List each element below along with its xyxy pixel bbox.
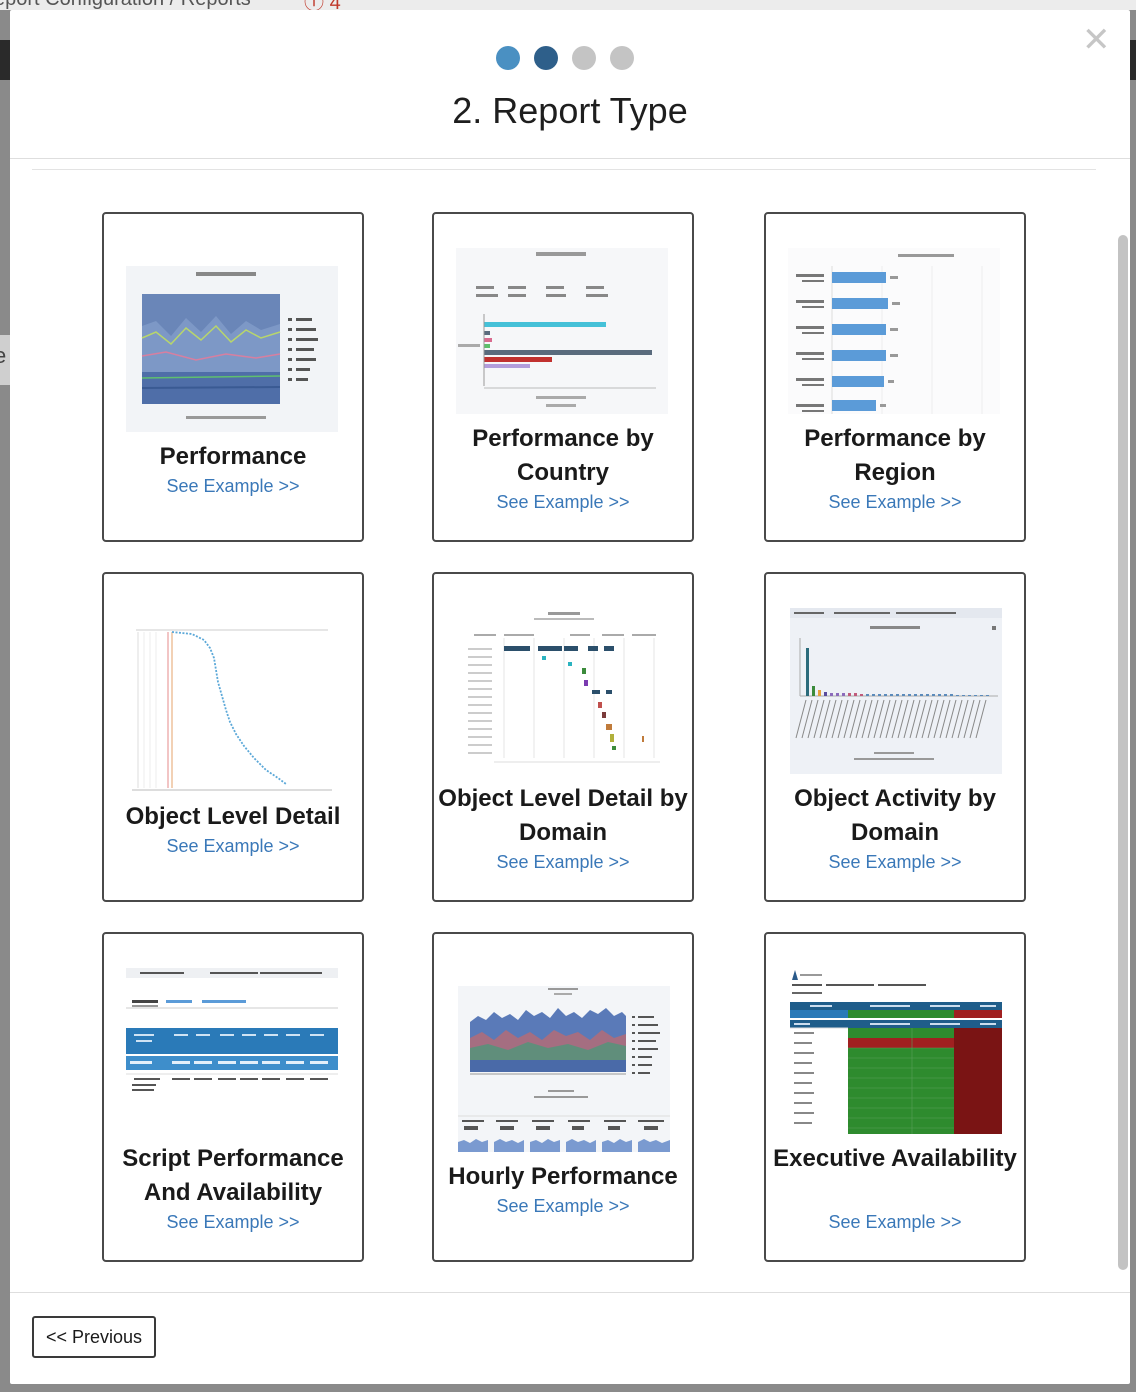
step-dot-3 — [572, 46, 596, 70]
step-dot-4 — [610, 46, 634, 70]
card-title: Executive Availability — [773, 1145, 1017, 1172]
region-thumbnail — [788, 248, 1000, 414]
report-card-script-performance-and-availability[interactable]: Script Performance And Availability See … — [102, 932, 364, 1262]
modal-title: 2. Report Type — [452, 90, 688, 131]
report-type-modal: ✕ 2. Report Type Performance See Example… — [10, 10, 1130, 1384]
country-thumbnail — [456, 248, 668, 414]
report-card-object-activity-by-domain[interactable]: Object Activity by Domain See Example >> — [764, 572, 1026, 902]
close-icon[interactable]: ✕ — [1082, 23, 1111, 57]
alert-count: 4 — [330, 0, 341, 10]
object-activity-thumbnail — [790, 608, 1002, 774]
previous-button[interactable]: << Previous — [32, 1316, 156, 1358]
see-example-link[interactable]: See Example >> — [766, 852, 1024, 873]
background-navbar-right — [1130, 40, 1136, 80]
report-card-performance[interactable]: Performance See Example >> — [102, 212, 364, 542]
footer-divider — [10, 1292, 1130, 1293]
see-example-link[interactable]: See Example >> — [434, 492, 692, 513]
script-performance-thumbnail — [126, 968, 338, 1134]
background-alert: ⓘ 4 — [304, 0, 341, 10]
see-example-link[interactable]: See Example >> — [766, 1212, 1024, 1233]
wizard-steps — [496, 46, 634, 70]
card-title: Script Performance And Availability — [122, 1145, 344, 1206]
card-title: Performance — [159, 443, 307, 470]
step-dot-2 — [534, 46, 558, 70]
background-navbar — [0, 40, 10, 80]
scrollbar[interactable] — [1118, 235, 1128, 1270]
step-dot-1 — [496, 46, 520, 70]
see-example-link[interactable]: See Example >> — [434, 1196, 692, 1217]
header-divider — [10, 158, 1130, 159]
card-title: Hourly Performance — [448, 1163, 678, 1190]
content-divider — [32, 169, 1096, 170]
object-level-detail-thumbnail — [132, 626, 332, 792]
performance-thumbnail — [126, 266, 338, 432]
hourly-performance-thumbnail — [458, 986, 670, 1152]
report-card-performance-by-country[interactable]: Performance by Country See Example >> — [432, 212, 694, 542]
see-example-link[interactable]: See Example >> — [766, 492, 1024, 513]
report-card-object-level-detail[interactable]: Object Level Detail See Example >> — [102, 572, 364, 902]
see-example-link[interactable]: See Example >> — [104, 1212, 362, 1233]
card-title: Object Level Detail by Domain — [438, 785, 688, 846]
see-example-link[interactable]: See Example >> — [104, 836, 362, 857]
card-title: Performance by Region — [804, 425, 986, 486]
see-example-link[interactable]: See Example >> — [104, 476, 362, 497]
background-header: eport Configuration / Reports ⓘ 4 — [0, 0, 1136, 10]
background-fragment: e — [0, 335, 10, 385]
card-title: Object Level Detail — [125, 803, 341, 830]
report-card-executive-availability[interactable]: Executive Availability See Example >> — [764, 932, 1026, 1262]
card-title: Performance by Country — [472, 425, 654, 486]
report-card-object-level-detail-by-domain[interactable]: Object Level Detail by Domain See Exampl… — [432, 572, 694, 902]
report-card-hourly-performance[interactable]: Hourly Performance See Example >> — [432, 932, 694, 1262]
background-breadcrumb: eport Configuration / Reports — [0, 0, 251, 10]
executive-availability-thumbnail — [790, 968, 1002, 1134]
report-card-performance-by-region[interactable]: Performance by Region See Example >> — [764, 212, 1026, 542]
card-title: Object Activity by Domain — [794, 785, 996, 846]
object-level-domain-thumbnail — [464, 608, 664, 774]
see-example-link[interactable]: See Example >> — [434, 852, 692, 873]
